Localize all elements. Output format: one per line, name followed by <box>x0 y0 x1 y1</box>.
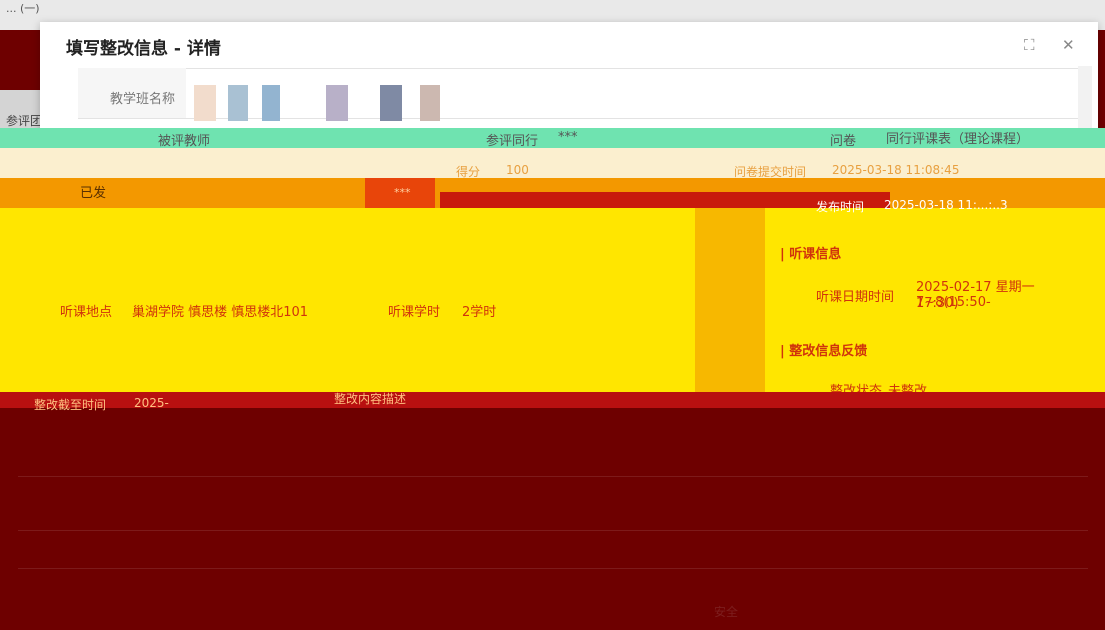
masked-class-name <box>420 85 440 121</box>
questionnaire-label: 问卷 <box>830 134 857 149</box>
submit-time-label: 问卷提交时间 <box>734 165 807 179</box>
overlay-column-orange <box>695 208 765 392</box>
score-value: 100 <box>506 163 529 177</box>
evaluated-teacher-label: 被评教师 <box>158 134 211 149</box>
lecture-location-value: 巢湖学院 慎思楼 慎思楼北101 <box>132 305 309 320</box>
class-name-label: 教学班名称 <box>110 92 176 107</box>
masked-class-name <box>194 85 216 121</box>
questionnaire-value: 同行评课表（理论课程） <box>886 132 1030 147</box>
masked-class-name <box>228 85 248 121</box>
content-label: 整改内容描述 <box>334 392 407 406</box>
overlay-band-dark <box>0 392 1105 630</box>
peer-value: *** <box>558 130 578 145</box>
lecture-location-label: 听课地点 <box>60 305 113 320</box>
ghost-divider <box>18 476 1088 477</box>
background-strip-label: 参评团 <box>6 114 43 128</box>
lecture-hours-label: 听课学时 <box>388 305 441 320</box>
lecture-datetime-label: 听课日期时间 <box>816 290 895 305</box>
submit-time-value: 2025-03-18 11:08:45 <box>832 163 960 177</box>
rectification-title: | 整改信息反馈 <box>780 344 868 359</box>
bottom-trailing-label: 安全 <box>714 605 739 619</box>
lecture-info-title: | 听课信息 <box>780 247 842 262</box>
background-top-text: ... (一) <box>6 2 40 15</box>
masked-class-name <box>380 85 402 121</box>
score-label: 得分 <box>456 165 481 179</box>
rectification-title-text: 整改信息反馈 <box>789 344 868 359</box>
ghost-divider <box>18 530 1088 531</box>
ghost-divider <box>18 568 1088 569</box>
modal-title: 填写整改信息 - 详情 <box>66 39 221 59</box>
close-icon[interactable]: ✕ <box>1062 36 1075 54</box>
masked-class-name <box>326 85 348 121</box>
issue-time-label: 发布时间 <box>816 200 865 214</box>
expand-icon[interactable]: ⛶ <box>1024 36 1035 54</box>
lecture-info-title-text: 听课信息 <box>789 247 842 262</box>
issue-time-value: 2025-03-18 11:...:..3 <box>884 198 1008 212</box>
status-value: 已发 <box>80 186 107 201</box>
deadline-value: 2025- <box>134 396 169 410</box>
row-divider <box>78 68 1086 69</box>
deadline-label: 整改截至时间 <box>34 398 107 412</box>
masked-class-name <box>262 85 280 121</box>
peer-label: 参评同行 <box>486 134 539 149</box>
lecture-hours-value: 2学时 <box>462 305 497 320</box>
lecture-datetime-value-2: 17:30) <box>916 296 959 311</box>
masked-value: *** <box>394 186 411 199</box>
